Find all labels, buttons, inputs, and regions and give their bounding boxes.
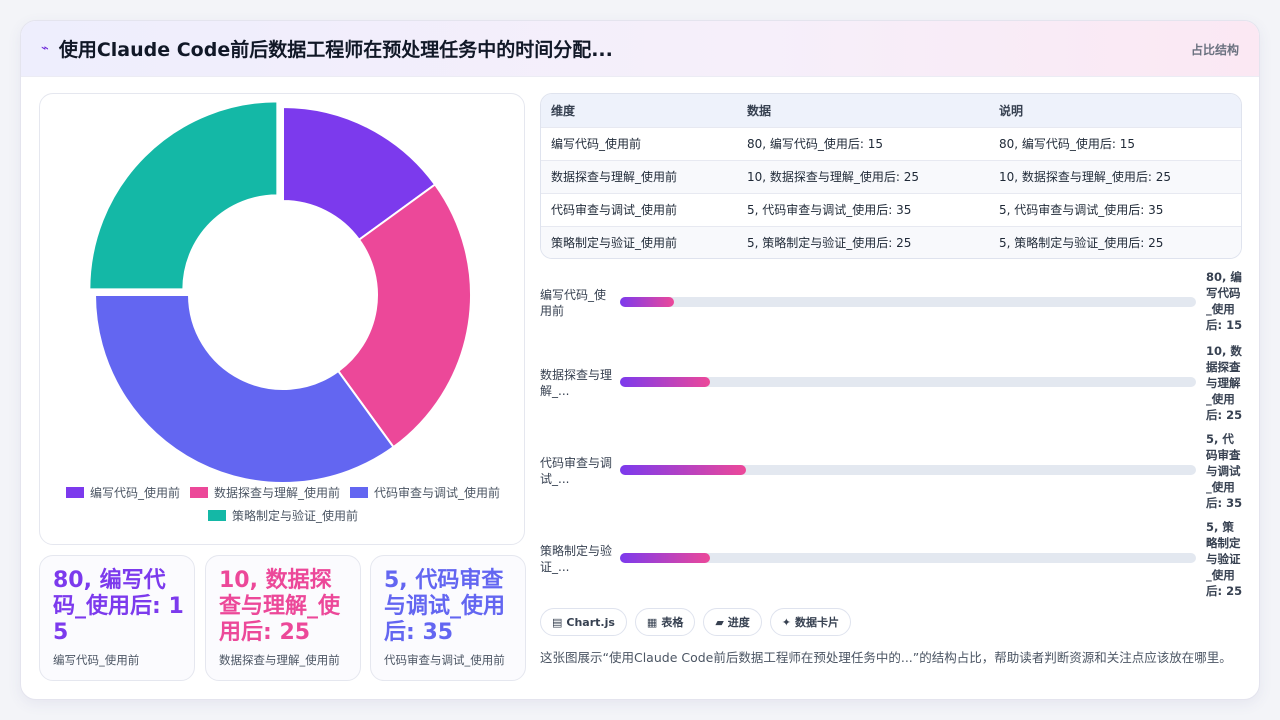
chart-description: 这张图展示“使用Claude Code前后数据工程师在预处理任务中的...”的结… [540, 650, 1232, 665]
table-cell: 80, 编写代码_使用后: 15 [989, 126, 1241, 160]
page-title: 使用Claude Code前后数据工程师在预处理任务中的时间分配... [58, 39, 613, 61]
progress-row: 编写代码_使用前 80, 编写代码_使用后: 15 [540, 269, 1242, 349]
main-card: ⌁ 使用Claude Code前后数据工程师在预处理任务中的时间分配... 占比… [20, 20, 1260, 700]
table-cell: 数据探查与理解_使用前 [541, 159, 737, 193]
column-header: 说明 [989, 94, 1241, 127]
progress-label: 编写代码_使用前 [540, 288, 607, 318]
progress-track [620, 297, 1196, 307]
legend-label: 策略制定与验证_使用前 [231, 509, 358, 523]
legend-item[interactable]: 代码审查与调试_使用前 [350, 484, 500, 501]
table-icon: ▦ [646, 615, 658, 629]
stat-card-3: 5, 代码审查与调试_使用后: 35 代码审查与调试_使用前 [370, 555, 526, 681]
table-row: 策略制定与验证_使用前 5, 策略制定与验证_使用后: 25 5, 策略制定与验… [541, 225, 1241, 258]
table-cell: 策略制定与验证_使用前 [541, 225, 737, 258]
doughnut-chart [88, 100, 472, 484]
progress-track [620, 465, 1196, 475]
chart-type-tag: 占比结构 [1190, 43, 1239, 57]
progress-label: 数据探查与理解_... [540, 368, 613, 398]
progress-value: 5, 策略制定与验证_使用后: 25 [1206, 520, 1243, 598]
stat-value: 10, 数据探查与理解_使用后: 25 [219, 568, 341, 645]
table-cell: 10, 数据探查与理解_使用后: 25 [989, 159, 1241, 193]
table-row: 数据探查与理解_使用前 10, 数据探查与理解_使用后: 25 10, 数据探查… [541, 159, 1241, 193]
chip-label: 表格 [661, 616, 684, 629]
chip-label: 进度 [727, 616, 750, 629]
progress-track [620, 377, 1196, 387]
legend-label: 代码审查与调试_使用前 [374, 486, 501, 500]
view-chips: ▤ Chart.js ▦ 表格 ▰ 进度 ✦ 数据卡片 [540, 608, 852, 636]
legend-swatch [350, 487, 368, 498]
table-header-row: 维度 数据 说明 [541, 94, 1241, 127]
chip-progress[interactable]: ▰ 进度 [703, 608, 762, 636]
stat-label: 代码审查与调试_使用前 [384, 653, 505, 667]
stat-value: 5, 代码审查与调试_使用后: 35 [384, 568, 506, 645]
progress-row: 策略制定与验证_... 5, 策略制定与验证_使用后: 25 [540, 517, 1243, 598]
header: ⌁ 使用Claude Code前后数据工程师在预处理任务中的时间分配... 占比… [21, 21, 1259, 77]
progress-value: 10, 数据探查与理解_使用后: 25 [1206, 344, 1243, 422]
stat-value: 80, 编写代码_使用后: 15 [53, 568, 184, 645]
legend-swatch [207, 510, 226, 521]
table-cell: 编写代码_使用前 [541, 126, 737, 160]
progress-row: 数据探查与理解_... 10, 数据探查与理解_使用后: 25 [540, 341, 1243, 422]
doughnut-chart-panel: 编写代码_使用前 数据探查与理解_使用前 代码审查与调试_使用前策略制定与验证_使用… [39, 93, 525, 545]
chip-label: 数据卡片 [795, 616, 840, 629]
chip-table[interactable]: ▦ 表格 [634, 608, 696, 636]
doughnut-slice[interactable] [88, 100, 279, 291]
table-cell: 5, 策略制定与验证_使用后: 25 [989, 225, 1241, 258]
chart-legend: 编写代码_使用前 数据探查与理解_使用前 代码审查与调试_使用前策略制定与验证_使用… [40, 484, 526, 524]
legend-item[interactable]: 编写代码_使用前 [65, 484, 180, 501]
progress-icon: ▰ [715, 615, 724, 629]
table-cell: 5, 代码审查与调试_使用后: 35 [737, 192, 989, 226]
progress-fill [620, 297, 674, 307]
progress-label: 策略制定与验证_... [540, 544, 613, 574]
progress-fill [620, 553, 710, 563]
chip-label: Chart.js [566, 615, 615, 629]
table-cell: 代码审查与调试_使用前 [541, 192, 737, 226]
progress-label: 代码审查与调试_... [540, 456, 613, 486]
table-row: 编写代码_使用前 80, 编写代码_使用后: 15 80, 编写代码_使用后: … [541, 126, 1241, 160]
legend-label: 编写代码_使用前 [89, 486, 180, 500]
progress-value: 5, 代码审查与调试_使用后: 35 [1206, 432, 1243, 510]
legend-swatch [189, 487, 208, 498]
chart-icon: ▤ [552, 615, 563, 629]
stat-card-1: 80, 编写代码_使用后: 15 编写代码_使用前 [39, 555, 195, 681]
legend-item[interactable]: 数据探查与理解_使用前 [189, 484, 340, 501]
progress-fill [620, 465, 746, 475]
table-cell: 5, 策略制定与验证_使用后: 25 [737, 225, 989, 258]
table-cell: 80, 编写代码_使用后: 15 [737, 126, 989, 160]
column-header: 数据 [737, 94, 989, 127]
legend-swatch [65, 487, 84, 498]
stat-card-2: 10, 数据探查与理解_使用后: 25 数据探查与理解_使用前 [205, 555, 361, 681]
progress-track [620, 553, 1196, 563]
stat-label: 编写代码_使用前 [53, 653, 140, 667]
progress-value: 80, 编写代码_使用后: 15 [1206, 270, 1243, 332]
progress-row: 代码审查与调试_... 5, 代码审查与调试_使用后: 35 [540, 429, 1243, 510]
legend-item[interactable]: 策略制定与验证_使用前 [207, 507, 358, 524]
card-icon: ✦ [781, 615, 792, 629]
data-table: 维度 数据 说明 编写代码_使用前 80, 编写代码_使用后: 15 80, 编… [540, 93, 1242, 259]
doughnut-slice[interactable] [93, 294, 395, 484]
table-cell: 10, 数据探查与理解_使用后: 25 [737, 159, 989, 193]
stat-label: 数据探查与理解_使用前 [219, 653, 340, 667]
chip-data-card[interactable]: ✦ 数据卡片 [769, 608, 852, 636]
column-header: 维度 [541, 94, 737, 127]
table-row: 代码审查与调试_使用前 5, 代码审查与调试_使用后: 35 5, 代码审查与调… [541, 192, 1241, 226]
legend-label: 数据探查与理解_使用前 [213, 486, 340, 500]
progress-fill [620, 377, 710, 387]
table-cell: 5, 代码审查与调试_使用后: 35 [989, 192, 1241, 226]
chip-chartjs[interactable]: ▤ Chart.js [540, 608, 627, 636]
lightning-icon: ⌁ [41, 41, 49, 56]
